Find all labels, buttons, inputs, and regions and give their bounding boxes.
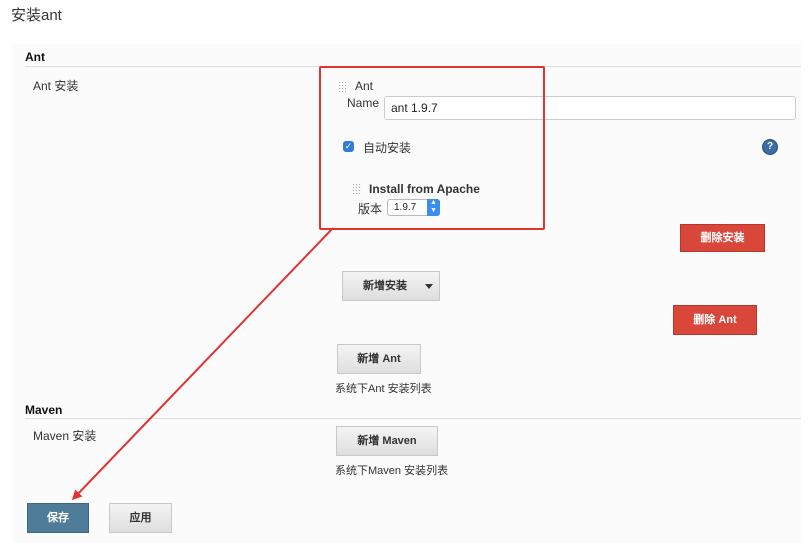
annotation-arrow bbox=[71, 227, 334, 501]
